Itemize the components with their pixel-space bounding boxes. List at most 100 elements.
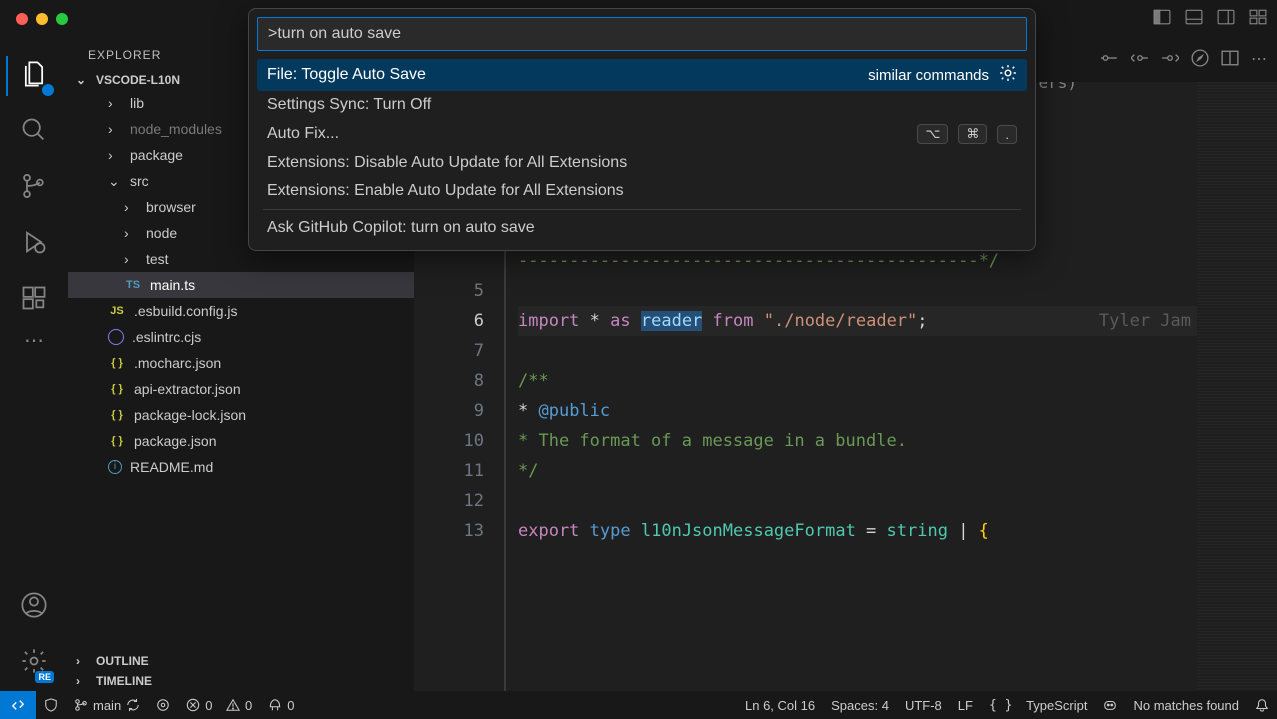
more-icon[interactable]: ⋯ <box>1251 49 1267 72</box>
panel-bottom-icon[interactable] <box>1185 8 1203 31</box>
scm-activity[interactable] <box>6 160 62 216</box>
trust-button[interactable] <box>36 691 66 719</box>
timeline-header[interactable]: › TIMELINE <box>68 671 414 691</box>
settings-activity[interactable]: RE <box>6 635 62 691</box>
command-palette: File: Toggle Auto Save similar commands Se… <box>248 8 1036 251</box>
command-label: Ask GitHub Copilot: turn on auto save <box>267 219 535 237</box>
eol-status[interactable]: LF <box>950 698 981 713</box>
command-item[interactable]: Extensions: Disable Auto Update for All … <box>257 149 1027 177</box>
commit-forward-icon[interactable] <box>1161 49 1179 72</box>
chevron-right-icon: › <box>124 225 138 241</box>
folder-name: VSCODE-L10N <box>96 73 180 87</box>
file-.esbuild.config.js[interactable]: JS .esbuild.config.js <box>68 298 414 324</box>
tree-label: .mocharc.json <box>134 355 221 371</box>
chevron-right-icon: › <box>108 95 122 111</box>
encoding-status[interactable]: UTF-8 <box>897 698 950 713</box>
tree-label: main.ts <box>150 277 195 293</box>
command-label: File: Toggle Auto Save <box>267 66 426 84</box>
close-window-icon[interactable] <box>16 13 28 25</box>
command-item[interactable]: Settings Sync: Turn Off <box>257 91 1027 119</box>
command-item[interactable]: File: Toggle Auto Save similar commands <box>257 59 1027 91</box>
command-label: Auto Fix... <box>267 125 339 143</box>
param-hint: ers) <box>1038 82 1077 98</box>
layout-custom-icon[interactable] <box>1249 8 1267 31</box>
file-api-extractor.json[interactable]: { }api-extractor.json <box>68 376 414 402</box>
chevron-right-icon: › <box>124 251 138 267</box>
tree-label: package <box>130 147 183 163</box>
file-main.ts[interactable]: TS main.ts <box>68 272 414 298</box>
compass-icon[interactable] <box>1191 49 1209 72</box>
search-icon <box>20 116 48 149</box>
tree-label: node <box>146 225 177 241</box>
puzzle-icon <box>20 284 48 317</box>
outline-header[interactable]: › OUTLINE <box>68 651 414 671</box>
sync-status[interactable] <box>148 691 178 719</box>
cursor-pos[interactable]: Ln 6, Col 16 <box>737 698 823 713</box>
panel-right-icon[interactable] <box>1217 8 1235 31</box>
ports-status[interactable]: 0 <box>260 691 302 719</box>
info-icon: i <box>108 460 122 474</box>
blame-author: Tyler Jam <box>1099 306 1191 336</box>
status-bar: main 0 0 0 Ln 6, Col 16 Spaces: 4 UTF-8 … <box>0 691 1277 719</box>
language-status[interactable]: { } TypeScript <box>981 698 1096 713</box>
command-item[interactable]: Extensions: Enable Auto Update for All E… <box>257 177 1027 205</box>
run-activity[interactable] <box>6 216 62 272</box>
pending-badge <box>42 84 54 96</box>
commit-graph-icon[interactable] <box>1101 49 1119 72</box>
tree-label: browser <box>146 199 196 215</box>
command-label: Extensions: Disable Auto Update for All … <box>267 154 627 172</box>
copilot-status[interactable] <box>1095 698 1125 712</box>
gear-icon[interactable] <box>999 64 1017 86</box>
chevron-down-icon: ⌄ <box>108 173 122 190</box>
minimap[interactable] <box>1197 82 1277 691</box>
file-package.json[interactable]: { }package.json <box>68 428 414 454</box>
similar-commands-label: similar commands <box>868 67 989 84</box>
branch-status[interactable]: main <box>66 691 148 719</box>
problems-status[interactable]: 0 0 <box>178 691 260 719</box>
command-label: Extensions: Enable Auto Update for All E… <box>267 182 624 200</box>
file-.eslintrc.cjs[interactable]: .eslintrc.cjs <box>68 324 414 350</box>
tree-label: lib <box>130 95 144 111</box>
chevron-right-icon: › <box>76 654 90 668</box>
chevron-right-icon: › <box>76 674 90 688</box>
command-item[interactable]: Auto Fix... ⌥ ⌘. <box>257 119 1027 149</box>
file-.mocharc.json[interactable]: { }.mocharc.json <box>68 350 414 376</box>
file-package-lock.json[interactable]: { }package-lock.json <box>68 402 414 428</box>
update-badge: RE <box>35 671 54 683</box>
explorer-activity[interactable] <box>6 48 62 104</box>
indent-status[interactable]: Spaces: 4 <box>823 698 897 713</box>
command-item[interactable]: Ask GitHub Copilot: turn on auto save <box>257 214 1027 242</box>
keybind-key: ⌥ <box>917 124 948 144</box>
command-input[interactable] <box>257 17 1027 51</box>
commit-back-icon[interactable] <box>1131 49 1149 72</box>
js-file-icon: JS <box>108 302 126 320</box>
extensions-activity[interactable] <box>6 272 62 328</box>
play-bug-icon <box>20 228 48 261</box>
panel-left-icon[interactable] <box>1153 8 1171 31</box>
ts-file-icon: TS <box>124 276 142 294</box>
eslint-icon <box>108 329 124 345</box>
more-activity[interactable]: ⋯ <box>24 328 44 353</box>
accounts-activity[interactable] <box>6 579 62 635</box>
branch-icon <box>20 172 48 205</box>
remote-button[interactable] <box>0 691 36 719</box>
keybind-key: . <box>997 125 1017 144</box>
search-activity[interactable] <box>6 104 62 160</box>
keybind-key: ⌘ <box>958 124 987 144</box>
tree-label: .eslintrc.cjs <box>132 329 201 345</box>
command-list: File: Toggle Auto Save similar commands Se… <box>257 59 1027 242</box>
split-icon[interactable] <box>1221 49 1239 72</box>
tree-label: test <box>146 251 169 267</box>
notifications-button[interactable] <box>1247 698 1277 712</box>
account-icon <box>20 591 48 624</box>
tree-label: node_modules <box>130 121 222 137</box>
minimize-window-icon[interactable] <box>36 13 48 25</box>
tree-label: .esbuild.config.js <box>134 303 238 319</box>
file-README.md[interactable]: i README.md <box>68 454 414 480</box>
chevron-right-icon: › <box>108 121 122 137</box>
tree-label: README.md <box>130 459 213 475</box>
find-status[interactable]: No matches found <box>1125 698 1247 713</box>
json-file-icon: { } <box>108 406 126 424</box>
maximize-window-icon[interactable] <box>56 13 68 25</box>
activity-bar: ⋯ RE <box>0 38 68 691</box>
